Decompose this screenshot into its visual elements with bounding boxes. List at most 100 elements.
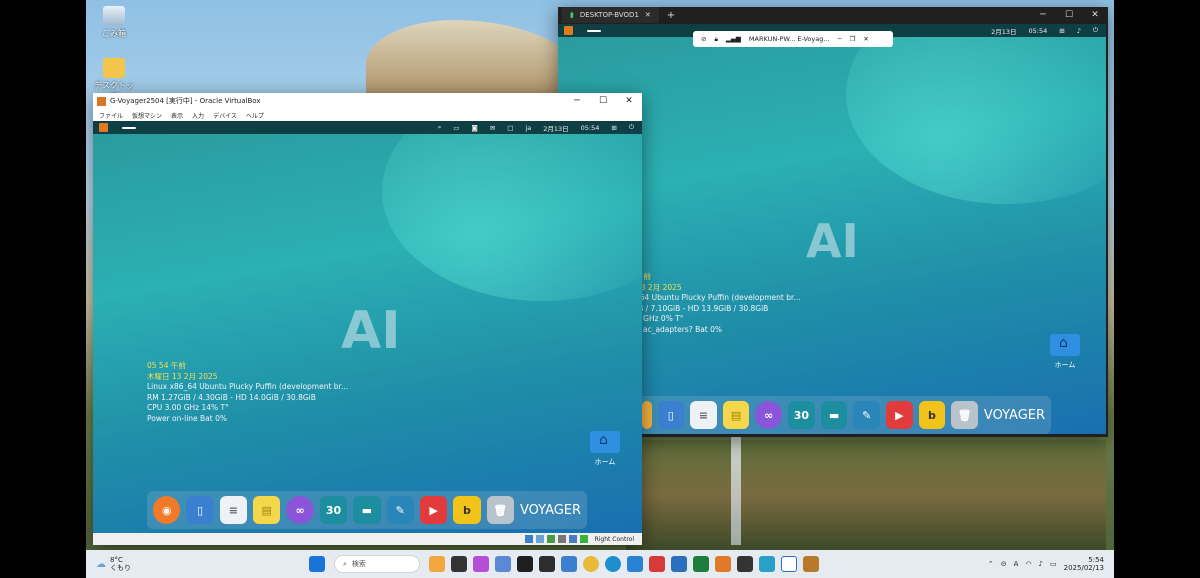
chrome-icon[interactable]	[583, 556, 599, 572]
pin-off-icon[interactable]: ⊘	[701, 35, 706, 43]
camera-icon[interactable]: ◙	[472, 124, 478, 132]
menu-view[interactable]: 表示	[171, 111, 183, 120]
hdd-status-icon[interactable]	[524, 535, 533, 543]
vbox-guest-screen[interactable]: ⌕ ▭ ◙ ✉ □ ja 2月13日 05:54 ⊞ ⏻ AI 05 54 午前	[93, 121, 642, 533]
menu-input[interactable]: 入力	[192, 111, 204, 120]
app-menu-logo-icon[interactable]	[99, 123, 108, 132]
app-icon-9[interactable]	[781, 556, 797, 572]
calendar-icon[interactable]: 30	[319, 496, 348, 524]
volume-icon[interactable]: ♪	[1077, 27, 1081, 35]
capture-status-icon[interactable]	[579, 535, 588, 543]
app-icon-8[interactable]	[759, 556, 775, 572]
app-icon-2[interactable]	[627, 556, 643, 572]
usb-status-icon[interactable]	[557, 535, 566, 543]
maximize-button[interactable]: ☐	[1056, 10, 1082, 20]
sticky-notes-icon[interactable]: ▤	[722, 401, 750, 429]
text-editor-icon[interactable]: ≡	[219, 496, 248, 524]
desktop-icon-recycle-bin[interactable]: ごみ箱	[94, 6, 134, 39]
trash-icon[interactable]: 🗑︎	[486, 496, 514, 524]
search-icon[interactable]: ⌕	[438, 123, 442, 132]
panel-language[interactable]: ja	[525, 124, 531, 132]
power-icon[interactable]: ⏻	[629, 123, 634, 132]
store-icon[interactable]	[517, 556, 533, 572]
menu-file[interactable]: ファイル	[99, 111, 123, 120]
mail-app-icon[interactable]	[561, 556, 577, 572]
tray-app-icon[interactable]: ▭	[453, 124, 459, 132]
infinity-app-icon[interactable]: ∞	[286, 496, 314, 524]
terminal-icon[interactable]: ▬	[353, 496, 381, 524]
network-status-icon[interactable]	[546, 535, 555, 543]
infinity-app-icon[interactable]: ∞	[755, 401, 783, 429]
copilot-icon[interactable]	[473, 556, 489, 572]
app-icon-1[interactable]	[495, 556, 511, 572]
app-icon-7[interactable]	[737, 556, 753, 572]
taskbar-clock[interactable]: 5:54 2025/02/13	[1064, 556, 1104, 572]
new-tab-button[interactable]: +	[667, 10, 675, 21]
firefox-icon[interactable]	[642, 401, 652, 429]
connection-restore-button[interactable]: ❐	[849, 35, 855, 43]
workspace-indicator[interactable]	[122, 126, 136, 129]
network-icon[interactable]: ⊞	[611, 124, 616, 132]
close-button[interactable]: ✕	[616, 96, 642, 106]
b-app-icon[interactable]: b	[918, 401, 946, 429]
optical-status-icon[interactable]	[535, 535, 544, 543]
workspace-indicator[interactable]	[587, 29, 601, 32]
app-menu-logo-icon[interactable]	[564, 26, 573, 35]
minimize-button[interactable]: ─	[564, 96, 590, 106]
network-icon[interactable]: ⊞	[1059, 27, 1064, 35]
file-manager-icon[interactable]: ▯	[186, 496, 214, 524]
rdp-tab[interactable]: ▮ DESKTOP-BVOD1 ✕	[562, 7, 659, 23]
task-view-icon[interactable]	[451, 556, 467, 572]
gimp-icon[interactable]: ✎	[386, 496, 414, 524]
minimize-button[interactable]: ─	[1030, 10, 1056, 20]
terminal-app-icon[interactable]	[539, 556, 555, 572]
app-icon-3[interactable]	[649, 556, 665, 572]
close-button[interactable]: ✕	[1082, 10, 1108, 20]
clipboard-icon[interactable]: □	[507, 124, 513, 132]
firefox-icon[interactable]: ◉	[153, 496, 181, 524]
home-folder-icon[interactable]: ホーム	[1050, 334, 1080, 370]
tray-network-icon[interactable]: ⊝	[1001, 560, 1007, 568]
menu-help[interactable]: ヘルプ	[246, 111, 264, 120]
app-icon-4[interactable]	[671, 556, 687, 572]
taskbar-widget-icon[interactable]	[429, 556, 445, 572]
b-app-icon[interactable]: b	[453, 496, 481, 524]
tray-overflow-icon[interactable]: ⌃	[988, 560, 994, 568]
power-icon[interactable]: ⏻	[1093, 26, 1098, 35]
app-icon-5[interactable]	[693, 556, 709, 572]
ime-indicator[interactable]: A	[1014, 560, 1019, 568]
media-player-icon[interactable]: ▶	[886, 401, 913, 429]
mail-icon[interactable]: ✉	[490, 124, 495, 132]
calendar-icon[interactable]: 30	[788, 401, 815, 429]
edge-icon[interactable]	[605, 556, 621, 572]
battery-icon[interactable]: ▭	[1050, 560, 1057, 568]
panel-time[interactable]: 05:54	[581, 124, 600, 132]
tab-close-icon[interactable]: ✕	[645, 11, 651, 19]
connection-minimize-button[interactable]: ─	[838, 35, 842, 43]
terminal-icon[interactable]: ▬	[820, 401, 848, 429]
menu-devices[interactable]: デバイス	[213, 111, 237, 120]
text-editor-icon[interactable]: ≡	[690, 401, 717, 429]
wifi-icon[interactable]: ◠	[1025, 560, 1031, 568]
app-icon-6[interactable]	[715, 556, 731, 572]
weather-widget[interactable]: ☁ 8°C くもり	[86, 556, 306, 572]
home-folder-icon[interactable]: ホーム	[590, 431, 620, 467]
panel-time[interactable]: 05:54	[1029, 27, 1048, 35]
shared-folder-status-icon[interactable]	[568, 535, 577, 543]
trash-icon[interactable]: 🗑︎	[951, 401, 978, 429]
connection-close-button[interactable]: ✕	[863, 35, 868, 43]
file-manager-icon[interactable]: ▯	[657, 401, 685, 429]
gimp-icon[interactable]: ✎	[853, 401, 880, 429]
taskbar-search[interactable]: ⌕ 検索	[334, 555, 420, 573]
panel-date[interactable]: 2月13日	[991, 26, 1016, 36]
rdp-connection-bar[interactable]: ⊘ 🔒︎ ▂▄▆ MARKUN-PW... E-Voyag... ─ ❐ ✕	[693, 31, 893, 47]
volume-icon[interactable]: ♪	[1039, 560, 1043, 568]
start-button[interactable]	[309, 556, 325, 572]
sticky-notes-icon[interactable]: ▤	[253, 496, 281, 524]
panel-date[interactable]: 2月13日	[543, 123, 568, 133]
menu-machine[interactable]: 仮想マシン	[132, 111, 162, 120]
media-player-icon[interactable]: ▶	[419, 496, 448, 524]
virtualbox-taskbar-icon[interactable]	[803, 556, 819, 572]
maximize-button[interactable]: ☐	[590, 96, 616, 106]
virtualbox-window[interactable]: G-Voyager2504 [実行中] - Oracle VirtualBox …	[93, 93, 642, 545]
